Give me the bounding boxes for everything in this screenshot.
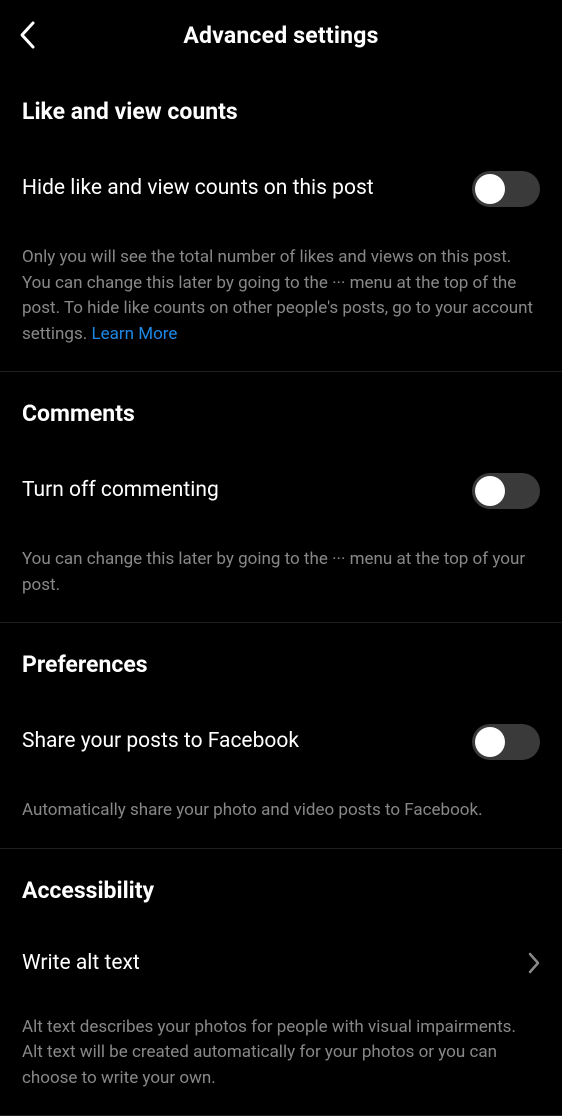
section-title-comments: Comments	[0, 372, 562, 427]
toggle-knob	[475, 476, 505, 506]
write-alt-text-label: Write alt text	[22, 950, 140, 977]
chevron-right-icon	[528, 952, 540, 974]
section-title-accessibility: Accessibility	[0, 849, 562, 904]
chevron-left-icon	[18, 20, 36, 50]
row-hide-likes[interactable]: Hide like and view counts on this post	[0, 171, 562, 207]
write-alt-text-description: Alt text describes your photos for peopl…	[0, 1015, 562, 1092]
toggle-knob	[475, 727, 505, 757]
header: Advanced settings	[0, 0, 562, 70]
hide-likes-label: Hide like and view counts on this post	[22, 175, 374, 202]
row-write-alt-text[interactable]: Write alt text	[0, 950, 562, 977]
hide-likes-description: Only you will see the total number of li…	[0, 245, 562, 347]
learn-more-link[interactable]: Learn More	[91, 324, 177, 344]
toggle-knob	[475, 174, 505, 204]
turn-off-commenting-label: Turn off commenting	[22, 477, 219, 504]
turn-off-commenting-description: You can change this later by going to th…	[0, 547, 562, 598]
row-turn-off-commenting[interactable]: Turn off commenting	[0, 473, 562, 509]
section-accessibility: Accessibility Write alt text Alt text de…	[0, 849, 562, 1116]
turn-off-commenting-toggle[interactable]	[472, 473, 540, 509]
section-title-preferences: Preferences	[0, 623, 562, 678]
section-title-likes: Like and view counts	[0, 70, 562, 125]
back-button[interactable]	[18, 20, 36, 50]
page-title: Advanced settings	[18, 22, 544, 49]
hide-likes-toggle[interactable]	[472, 171, 540, 207]
section-comments: Comments Turn off commenting You can cha…	[0, 372, 562, 623]
share-facebook-description: Automatically share your photo and video…	[0, 798, 562, 824]
share-facebook-label: Share your posts to Facebook	[22, 728, 299, 755]
share-facebook-toggle[interactable]	[472, 724, 540, 760]
section-likes: Like and view counts Hide like and view …	[0, 70, 562, 372]
row-share-facebook[interactable]: Share your posts to Facebook	[0, 724, 562, 760]
section-preferences: Preferences Share your posts to Facebook…	[0, 623, 562, 849]
